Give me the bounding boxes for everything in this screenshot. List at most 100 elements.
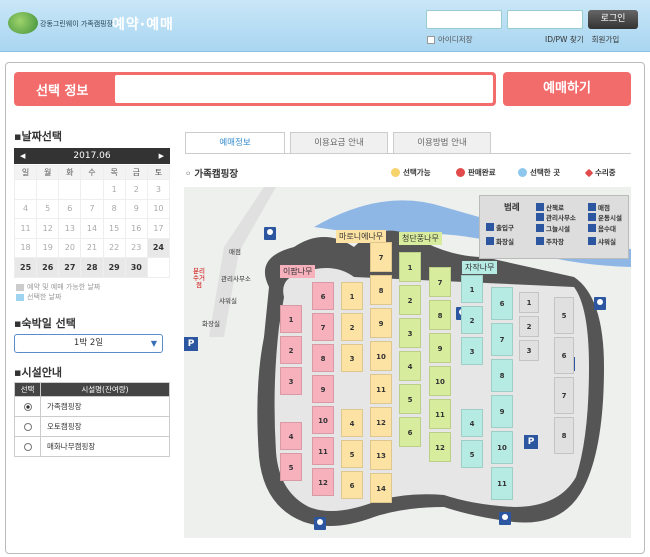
facility-row[interactable]: 가족캠핑장 [14,396,170,417]
separate-label: 분리수거점 [193,267,205,290]
weekday-label: 목 [102,165,126,180]
campsite-plot[interactable]: 6 [399,417,421,447]
campsite-plot[interactable]: 1 [519,292,539,313]
campsite-plot[interactable]: 2 [519,316,539,337]
campsite-plot[interactable]: 12 [312,468,334,496]
facility-row[interactable]: 오토캠핑장 [14,416,170,437]
calendar-day[interactable]: 29 [102,257,126,278]
restroom-icon [314,517,326,530]
site-name: 강동그린웨이 가족캠핑장 [40,20,114,28]
campsite-plot[interactable]: 7 [429,267,451,297]
radio-icon[interactable] [23,443,32,451]
tab-fee-info[interactable]: 이용요금 안내 [290,132,388,154]
book-button[interactable]: 예매하기 [503,72,631,106]
weekday-label: 월 [36,165,60,180]
campsite-plot[interactable]: 10 [370,341,392,371]
campsite-plot[interactable]: 8 [429,300,451,330]
campsite-plot[interactable]: 7 [491,323,513,356]
campsite-plot[interactable]: 4 [399,351,421,381]
tab-booking-info[interactable]: 예매정보 [185,132,285,154]
campsite-plot[interactable]: 1 [399,252,421,282]
campsite-plot[interactable]: 6 [341,471,363,499]
campsite-plot[interactable]: 3 [341,344,363,372]
campsite-plot[interactable]: 12 [370,407,392,437]
campsite-plot[interactable]: 5 [341,440,363,468]
save-id-checkbox[interactable]: 아이디저장 [427,34,473,45]
campsite-plot[interactable]: 7 [312,313,334,341]
tab-usage-info[interactable]: 이용방법 안내 [393,132,491,154]
radio-icon[interactable] [23,423,32,431]
campsite-plot[interactable]: 1 [461,275,483,303]
password-input[interactable] [507,10,583,29]
campsite-plot[interactable]: 9 [429,333,451,363]
campsite-plot[interactable]: 1 [341,282,363,310]
legend-store-label: 매점 [598,204,610,212]
campsite-plot[interactable]: 3 [399,318,421,348]
campsite-plot[interactable]: 9 [312,375,334,403]
campsite-plot[interactable]: 5 [280,453,302,481]
logo-icon[interactable] [8,12,38,34]
campsite-plot[interactable]: 2 [461,306,483,334]
nights-select[interactable]: 1박 2일 ▼ [14,334,163,353]
calendar-day[interactable]: 24 [146,237,171,258]
find-idpw-link[interactable]: ID/PW 찾기 [545,34,584,45]
entrance-icon [486,223,494,231]
campsite-plot[interactable]: 14 [370,473,392,503]
campsite-plot[interactable]: 2 [399,285,421,315]
campsite-plot[interactable]: 10 [491,431,513,464]
campsite-plot[interactable]: 5 [461,440,483,468]
campsite-plot[interactable]: 6 [312,282,334,310]
legend-parking-label: 주차장 [546,238,564,246]
chevron-down-icon[interactable]: ▼ [151,335,157,352]
campsite-plot[interactable]: 9 [370,308,392,338]
campsite-plot[interactable]: 5 [554,297,574,334]
calendar-day[interactable]: 25 [13,257,38,278]
calendar-day[interactable]: 26 [36,257,60,278]
campsite-plot[interactable]: 2 [280,336,302,364]
month-label: 2017.06 [73,151,111,161]
campsite-plot[interactable]: 12 [429,432,451,462]
legend-store: 매점 [588,202,610,212]
campsite-plot[interactable]: 1 [280,305,302,333]
campsite-plot[interactable]: 8 [554,417,574,454]
campsite-plot[interactable]: 3 [280,367,302,395]
campsite-plot[interactable]: 8 [491,359,513,392]
campsite-plot[interactable]: 3 [461,337,483,365]
campsite-plot[interactable]: 11 [491,467,513,500]
campsite-plot[interactable]: 11 [429,399,451,429]
campsite-plot[interactable]: 6 [491,287,513,320]
shade-icon [536,224,544,232]
campsite-plot[interactable]: 8 [312,344,334,372]
checkbox-icon[interactable] [427,35,435,44]
legend-available-label: 예약 및 예매 가능한 날짜 [27,283,101,291]
campsite-plot[interactable]: 8 [370,275,392,305]
selection-label: 선택 정보 [36,84,89,99]
campsite-plot[interactable]: 2 [341,313,363,341]
legend-sold-text: 판매완료 [468,168,496,177]
campsite-plot[interactable]: 11 [312,437,334,465]
calendar-day[interactable]: 30 [124,257,148,278]
campsite-plot[interactable]: 10 [312,406,334,434]
radio-icon[interactable] [23,403,32,411]
id-input[interactable] [426,10,502,29]
prev-month-icon[interactable]: ◀ [20,148,25,164]
join-link[interactable]: 회원가입 [592,34,620,45]
campsite-plot[interactable]: 4 [461,409,483,437]
weekday-label: 수 [80,165,104,180]
campsite-plot[interactable]: 6 [554,337,574,374]
campsite-plot[interactable]: 4 [341,409,363,437]
campsite-plot[interactable]: 11 [370,374,392,404]
campsite-plot[interactable]: 3 [519,340,539,361]
campsite-plot[interactable]: 9 [491,395,513,428]
login-button[interactable]: 로그인 [588,10,638,29]
campsite-plot[interactable]: 7 [554,377,574,414]
campsite-plot[interactable]: 7 [370,242,392,272]
campsite-plot[interactable]: 5 [399,384,421,414]
calendar-day[interactable]: 28 [80,257,104,278]
campsite-plot[interactable]: 13 [370,440,392,470]
calendar-day[interactable]: 27 [58,257,82,278]
campsite-plot[interactable]: 4 [280,422,302,450]
next-month-icon[interactable]: ▶ [159,148,164,164]
campsite-plot[interactable]: 10 [429,366,451,396]
facility-row[interactable]: 매화나무캠핑장 [14,436,170,457]
